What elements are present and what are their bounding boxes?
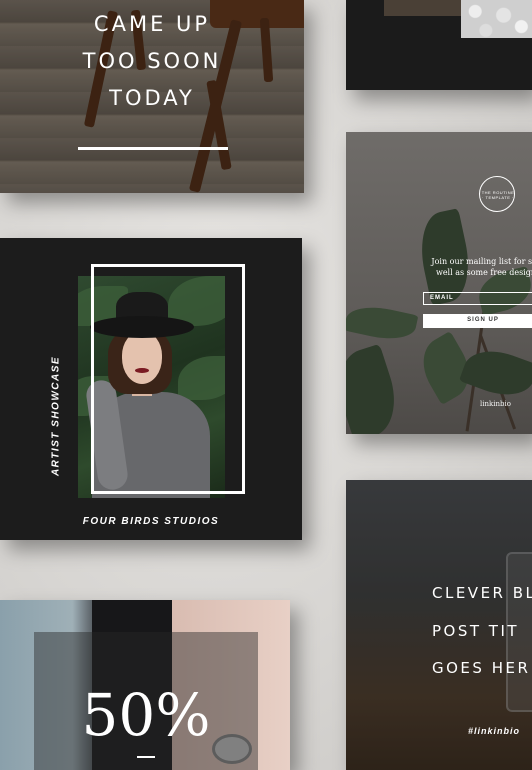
link-in-bio-text: linkinbio — [480, 400, 511, 408]
chair-title-line: TOO SOON — [82, 49, 222, 73]
artist-frame-border — [91, 264, 245, 494]
blog-post-card: CLEVER BL POST TIT GOES HER #linkinbio — [346, 480, 532, 770]
mailing-list-line: well as some free design reso — [435, 268, 532, 277]
blog-hashtag: #linkinbio — [468, 726, 521, 736]
artist-vertical-label: ARTIST SHOWCASE — [50, 355, 62, 477]
chair-divider-line — [78, 147, 228, 150]
chair-title-line: CAME UP — [93, 12, 211, 36]
artist-studio-label: FOUR BIRDS STUDIOS — [82, 516, 220, 527]
sign-up-button[interactable]: SIGN UP — [423, 314, 532, 328]
blog-title-line: GOES HER — [432, 659, 531, 677]
dark-post-card — [346, 0, 532, 90]
brand-badge-text: THE ROUTINE · TEMPLATE · — [481, 190, 515, 200]
pebbles-photo — [461, 0, 532, 38]
artist-showcase-card: ARTIST SHOWCASE FOUR BIRDS STUDIOS — [0, 238, 302, 540]
plant-leaf — [346, 343, 406, 434]
blog-title-line: POST TIT — [432, 622, 520, 640]
mailing-list-line: Join our mailing list for studio u — [431, 257, 532, 266]
blog-title-line: CLEVER BL — [432, 584, 532, 602]
discount-post-card: 50% — [0, 600, 290, 770]
plant-leaf — [346, 301, 419, 345]
brand-badge: THE ROUTINE · TEMPLATE · — [479, 176, 515, 212]
mailing-list-card: THE ROUTINE · TEMPLATE · Join our mailin… — [346, 132, 532, 434]
discount-dash — [137, 756, 155, 758]
chair-post-card: CAME UP TOO SOON TODAY — [0, 0, 304, 193]
chair-title: CAME UP TOO SOON TODAY — [0, 6, 304, 117]
chair-title-line: TODAY — [109, 86, 195, 110]
photo-strip — [384, 0, 462, 16]
discount-value: 50% — [81, 681, 211, 749]
discount-overlay-box: 50% — [34, 632, 258, 770]
email-field[interactable]: EMAIL — [423, 292, 532, 305]
mailing-list-message: Join our mailing list for studio u well … — [426, 256, 532, 278]
